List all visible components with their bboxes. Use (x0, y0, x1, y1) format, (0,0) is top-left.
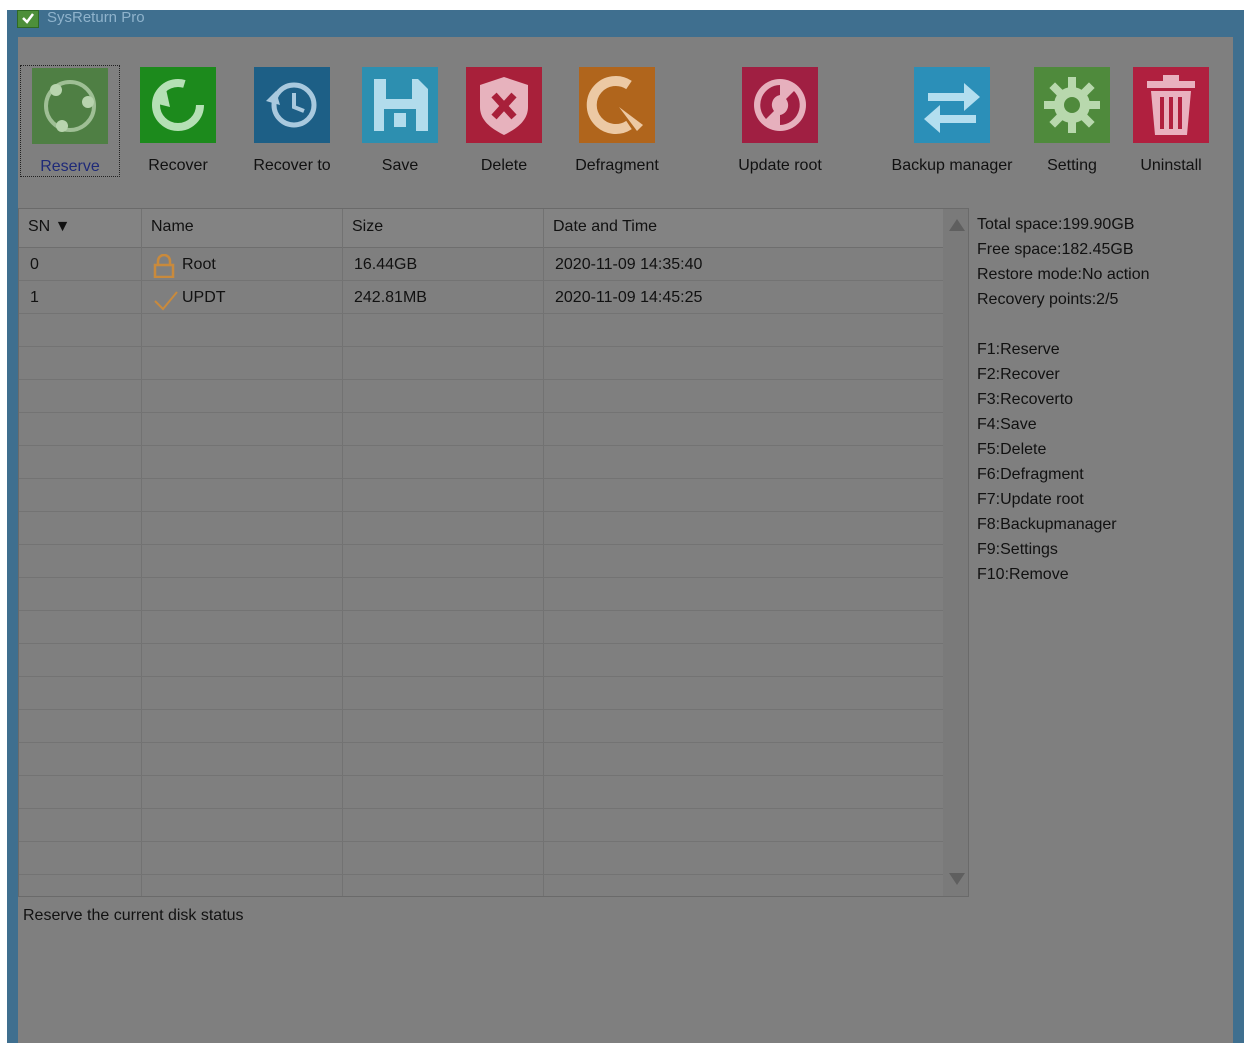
app-window: SysReturn Pro Reserve Recover Recover to… (7, 9, 1244, 1043)
shortcut-item: F1:Reserve (977, 341, 1060, 358)
scroll-up-arrow-icon[interactable] (949, 219, 965, 231)
shortcut-item: F8:Backupmanager (977, 516, 1117, 533)
delete-label: Delete (480, 157, 528, 174)
save-button[interactable]: Save (355, 65, 445, 175)
reserve-label: Reserve (40, 158, 100, 175)
table-header: SN ▼ Name Size Date and Time (19, 209, 943, 248)
uninstall-label: Uninstall (1140, 157, 1202, 174)
lock-icon (153, 253, 175, 283)
recovery-points: Recovery points:2/5 (977, 291, 1119, 308)
row-divider (19, 478, 943, 479)
column-header-sn[interactable]: SN ▼ (28, 218, 71, 236)
shortcut-item: F4:Save (977, 416, 1037, 433)
total-space: Total space:199.90GB (977, 216, 1135, 233)
uninstall-button[interactable]: Uninstall (1126, 65, 1216, 175)
backup-manager-button[interactable]: Backup manager (882, 65, 1022, 175)
shortcut-item: F9:Settings (977, 541, 1058, 558)
row-datetime: 2020-11-09 14:45:25 (555, 289, 703, 306)
row-divider (19, 775, 943, 776)
row-divider (19, 577, 943, 578)
row-sn: 0 (30, 256, 39, 273)
row-datetime: 2020-11-09 14:35:40 (555, 256, 703, 273)
row-sn: 1 (30, 289, 39, 306)
row-divider (19, 841, 943, 842)
update-root-icon (742, 67, 818, 143)
row-divider (19, 643, 943, 644)
defragment-icon (579, 67, 655, 143)
recover-to-button[interactable]: Recover to (240, 65, 344, 175)
trash-icon (1133, 67, 1209, 143)
scroll-down-arrow-icon[interactable] (949, 873, 965, 885)
shortcut-item: F7:Update root (977, 491, 1084, 508)
shortcut-item: F6:Defragment (977, 466, 1084, 483)
row-size: 242.81MB (354, 289, 427, 306)
setting-button[interactable]: Setting (1027, 65, 1117, 175)
checkmark-icon (153, 289, 179, 316)
column-header-date-time[interactable]: Date and Time (553, 218, 657, 236)
save-label: Save (381, 157, 419, 174)
row-name: Root (182, 256, 216, 273)
row-divider (19, 544, 943, 545)
reserve-button[interactable]: Reserve (20, 65, 120, 177)
recover-icon (140, 67, 216, 143)
row-divider (19, 346, 943, 347)
row-divider (19, 379, 943, 380)
defragment-button[interactable]: Defragment (567, 65, 667, 175)
restore-mode: Restore mode:No action (977, 266, 1150, 283)
row-divider (19, 874, 943, 875)
reserve-icon (32, 68, 108, 144)
delete-button[interactable]: Delete (459, 65, 549, 175)
recovery-points-table[interactable]: SN ▼ Name Size Date and Time 0 Root 16.4… (18, 208, 969, 897)
recover-to-label: Recover to (253, 157, 331, 174)
row-size: 16.44GB (354, 256, 418, 273)
free-space: Free space:182.45GB (977, 241, 1134, 258)
row-divider (19, 610, 943, 611)
row-divider (19, 445, 943, 446)
backup-manager-label: Backup manager (891, 157, 1013, 174)
update-root-label: Update root (738, 157, 822, 174)
column-header-name[interactable]: Name (151, 218, 194, 236)
recover-label: Recover (148, 157, 208, 174)
row-divider (19, 511, 943, 512)
row-divider (19, 742, 943, 743)
backup-manager-icon (914, 67, 990, 143)
vertical-scrollbar[interactable] (943, 209, 968, 896)
shortcut-item: F10:Remove (977, 566, 1069, 583)
recover-to-icon (254, 67, 330, 143)
row-divider (19, 676, 943, 677)
defragment-label: Defragment (575, 157, 659, 174)
row-name: UPDT (182, 289, 226, 306)
shortcut-item: F3:Recoverto (977, 391, 1074, 408)
row-divider (19, 709, 943, 710)
title-bar: SysReturn Pro (7, 9, 1244, 36)
save-icon (362, 67, 438, 143)
setting-label: Setting (1047, 157, 1097, 174)
row-divider (19, 412, 943, 413)
shortcut-item: F5:Delete (977, 441, 1047, 458)
delete-icon (466, 67, 542, 143)
column-header-size[interactable]: Size (352, 218, 383, 236)
window-title: SysReturn Pro (47, 9, 145, 26)
update-root-button[interactable]: Update root (730, 65, 830, 175)
gear-icon (1034, 67, 1110, 143)
app-logo-icon (17, 10, 39, 28)
status-description: Reserve the current disk status (23, 907, 244, 924)
recover-button[interactable]: Recover (133, 65, 223, 175)
shortcut-item: F2:Recover (977, 366, 1060, 383)
row-divider (19, 808, 943, 809)
main-panel: Reserve Recover Recover to Save Delete D… (18, 37, 1233, 1043)
